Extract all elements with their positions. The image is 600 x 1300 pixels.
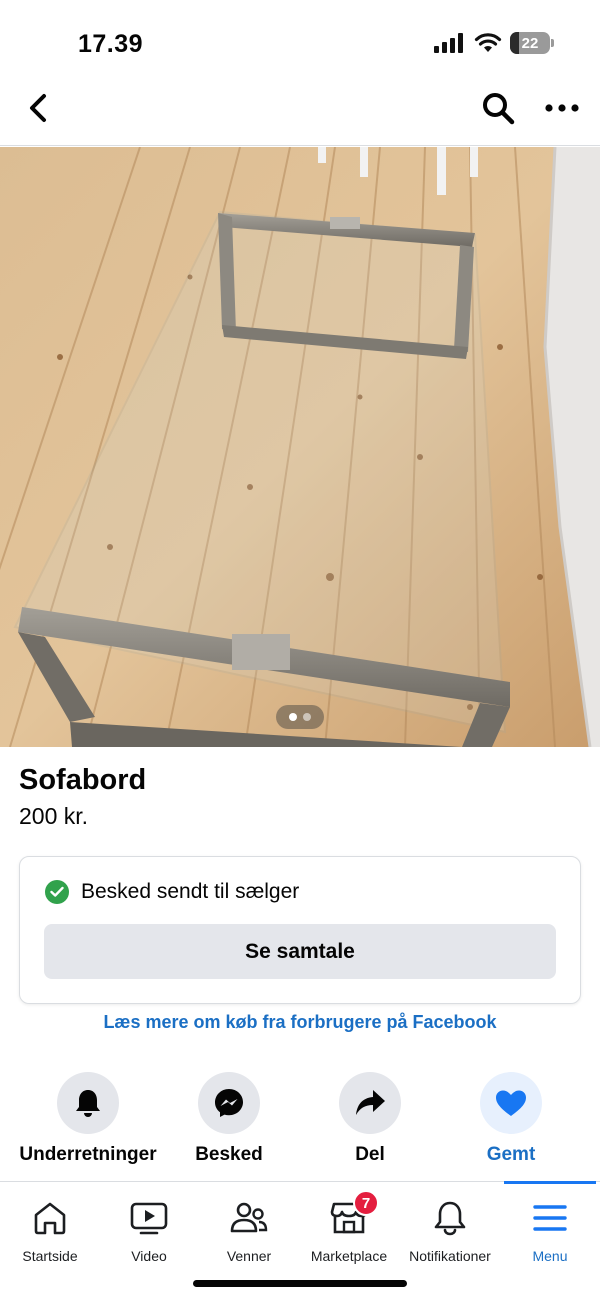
friends-icon: [230, 1202, 268, 1233]
tab-friends-label: Venner: [226, 1248, 272, 1264]
see-conversation-button[interactable]: Se samtale: [44, 924, 556, 979]
home-indicator: [193, 1280, 407, 1287]
share-icon: [356, 1090, 385, 1115]
more-horizontal-icon: [545, 104, 579, 112]
tab-video-label: Video: [131, 1248, 167, 1264]
bell-icon: [434, 1201, 466, 1236]
glass-coffee-table-image: [0, 147, 600, 747]
back-button[interactable]: [20, 90, 56, 126]
status-icons: 22: [434, 32, 554, 54]
pager-dot: [289, 713, 297, 721]
check-circle-icon: [45, 880, 69, 904]
cellular-signal-icon: [434, 33, 463, 53]
menu-icon: [533, 1205, 567, 1231]
notifications-action-circle[interactable]: [57, 1072, 119, 1134]
tab-menu[interactable]: Menu: [500, 1181, 600, 1272]
search-button[interactable]: [478, 88, 518, 128]
bell-icon: [76, 1090, 100, 1117]
messenger-icon: [215, 1089, 243, 1117]
message-sent-card: Besked sendt til sælger Se samtale: [19, 856, 581, 1004]
message-status-text: Besked sendt til sælger: [81, 880, 300, 903]
battery-fill: [510, 32, 519, 54]
marketplace-badge: 7: [353, 1190, 379, 1216]
photo-pager: [276, 705, 324, 729]
chevron-left-icon: [30, 94, 46, 122]
tab-notifications-label: Notifikationer: [409, 1248, 491, 1264]
tab-notifications[interactable]: Notifikationer: [400, 1182, 500, 1272]
more-options-button[interactable]: [542, 88, 582, 128]
notifications-action[interactable]: Underretninger: [13, 1072, 163, 1166]
tab-menu-label: Menu: [532, 1248, 568, 1264]
message-status: Besked sendt til sælger: [45, 880, 299, 904]
message-action-circle[interactable]: [198, 1072, 260, 1134]
battery-level: 22: [521, 34, 539, 52]
pager-dot: [303, 713, 311, 721]
share-action-circle[interactable]: [339, 1072, 401, 1134]
saved-action-circle[interactable]: [480, 1072, 542, 1134]
tab-friends[interactable]: Venner: [199, 1182, 299, 1272]
status-bar: 17.39 22: [0, 0, 600, 76]
saved-action[interactable]: Gemt: [436, 1072, 586, 1166]
top-nav: [0, 76, 600, 146]
listing-title: Sofabord: [19, 764, 147, 796]
share-action[interactable]: Del: [295, 1072, 445, 1166]
home-icon: [34, 1202, 66, 1235]
search-icon: [483, 93, 515, 125]
listing-price: 200 kr.: [19, 803, 89, 829]
listing-actions: Underretninger Besked Del Gemt: [0, 1072, 600, 1172]
tab-marketplace[interactable]: 7 Marketplace: [299, 1182, 399, 1272]
notifications-action-label: Underretninger: [19, 1144, 157, 1165]
status-time: 17.39: [78, 30, 144, 58]
tab-marketplace-label: Marketplace: [310, 1248, 388, 1264]
tab-home[interactable]: Startside: [0, 1182, 100, 1272]
listing-photo[interactable]: [0, 147, 600, 747]
tab-home-label: Startside: [22, 1248, 78, 1264]
message-action[interactable]: Besked: [154, 1072, 304, 1166]
message-action-label: Besked: [195, 1144, 263, 1165]
heart-icon: [496, 1090, 526, 1116]
video-icon: [130, 1202, 168, 1235]
learn-more-link[interactable]: Læs mere om køb fra forbrugere på Facebo…: [0, 1012, 600, 1033]
saved-action-label: Gemt: [486, 1144, 536, 1165]
battery-indicator: 22: [510, 32, 554, 54]
tab-video[interactable]: Video: [99, 1182, 199, 1272]
wifi-icon: [474, 33, 502, 52]
share-action-label: Del: [355, 1144, 385, 1165]
